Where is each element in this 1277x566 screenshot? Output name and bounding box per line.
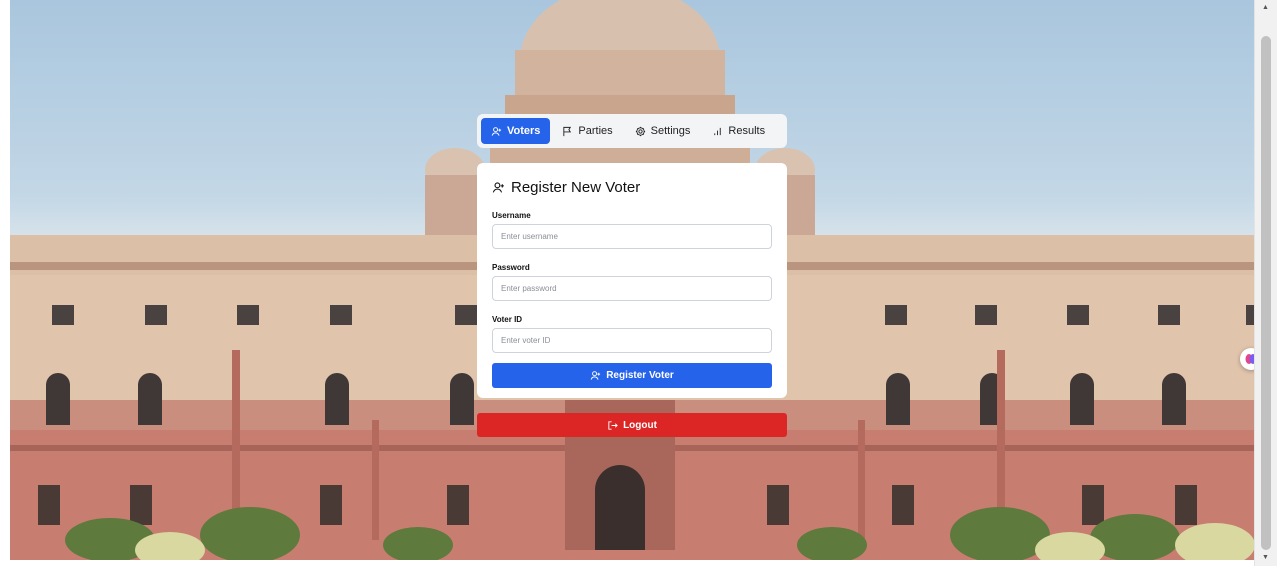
logout-icon (608, 420, 618, 430)
tab-parties-label: Parties (578, 125, 613, 137)
card-title-text: Register New Voter (511, 178, 641, 196)
page-scrollbar[interactable]: ▲ ▼ (1254, 0, 1277, 566)
password-label: Password (492, 263, 530, 272)
bar-chart-icon (714, 127, 722, 135)
tab-voters-label: Voters (507, 125, 541, 137)
voter-id-label: Voter ID (492, 315, 523, 324)
user-plus-icon (492, 181, 504, 193)
tab-settings[interactable]: Settings (625, 118, 701, 144)
flag-icon (563, 126, 572, 136)
voter-id-input[interactable] (492, 328, 772, 353)
scroll-down-arrow-icon[interactable]: ▼ (1262, 554, 1269, 561)
password-input[interactable] (492, 276, 772, 301)
tab-results-label: Results (728, 125, 766, 137)
user-plus-icon (590, 371, 601, 380)
left-gutter (0, 0, 10, 566)
gear-icon (635, 126, 645, 136)
tab-parties[interactable]: Parties (552, 118, 622, 144)
scrollbar-thumb[interactable] (1261, 36, 1271, 550)
main-tabs: Voters Parties Settings Results (477, 114, 787, 148)
card-title: Register New Voter (492, 177, 772, 197)
tab-settings-label: Settings (650, 125, 691, 137)
tab-voters[interactable]: Voters (481, 118, 551, 144)
logout-button[interactable]: Logout (477, 413, 787, 437)
username-input[interactable] (492, 224, 772, 249)
register-voter-button[interactable]: Register Voter (492, 363, 772, 388)
username-label: Username (492, 211, 531, 220)
user-plus-icon (491, 126, 502, 136)
tab-results[interactable]: Results (702, 118, 775, 144)
logout-label: Logout (623, 419, 657, 431)
scroll-up-arrow-icon[interactable]: ▲ (1262, 4, 1269, 11)
register-voter-card: Register New Voter Username Password Vot… (477, 163, 787, 398)
register-voter-label: Register Voter (606, 370, 674, 381)
